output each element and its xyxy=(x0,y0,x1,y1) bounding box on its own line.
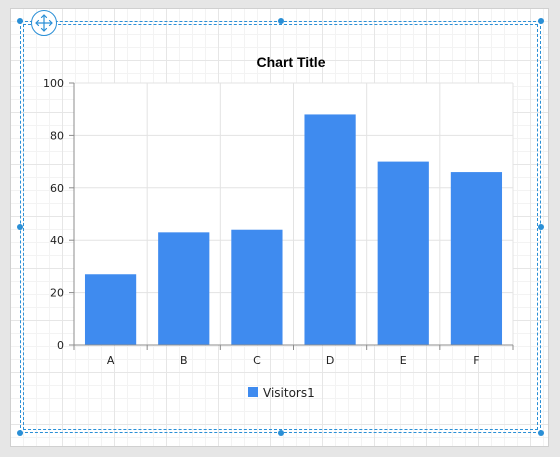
bar-C[interactable] xyxy=(231,229,283,345)
bar-F[interactable] xyxy=(450,172,503,345)
bar-chart[interactable]: Chart Title 0 20 40 60 80 100 A B C D E F Visitors… xyxy=(0,0,560,457)
legend-label: Visitors1 xyxy=(263,386,315,400)
y-tick-label: 40 xyxy=(50,234,64,247)
chart-title: Chart Title xyxy=(257,54,326,70)
y-tick-label: 0 xyxy=(57,339,64,352)
x-tick-label: C xyxy=(253,354,261,367)
y-tick-label: 60 xyxy=(50,182,64,195)
x-tick-label: E xyxy=(400,354,407,367)
y-axis-ticks: 0 20 40 60 80 100 xyxy=(43,77,64,352)
bar-D[interactable] xyxy=(304,114,356,345)
x-tick-label: B xyxy=(180,354,188,367)
bar-E[interactable] xyxy=(377,161,429,345)
x-axis-ticks: A B C D E F xyxy=(107,354,480,367)
y-tick-label: 20 xyxy=(50,287,64,300)
legend-swatch xyxy=(248,387,258,397)
bar-B[interactable] xyxy=(158,232,210,345)
y-tick-label: 100 xyxy=(43,77,64,90)
x-tick-label: D xyxy=(326,354,334,367)
x-tick-label: A xyxy=(107,354,115,367)
plot-grid xyxy=(73,82,514,346)
x-tick-label: F xyxy=(473,354,479,367)
bar-A[interactable] xyxy=(84,274,137,345)
y-tick-label: 80 xyxy=(50,129,64,142)
chart-legend: Visitors1 xyxy=(248,386,315,400)
